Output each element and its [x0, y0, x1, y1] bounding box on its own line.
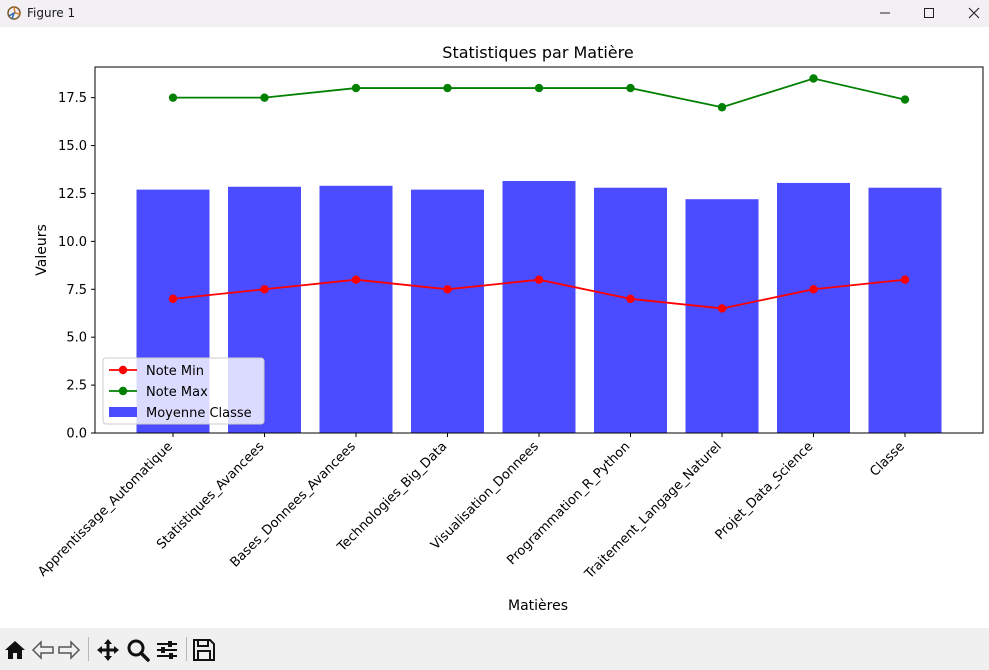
y-tick-label: 17.5 — [58, 91, 87, 106]
legend-label: Note Max — [146, 385, 208, 400]
data-point — [717, 103, 727, 112]
chart: Statistiques par Matière 0.0 2.5 5.0 7.5 10.… — [34, 43, 984, 614]
legend: Note Min Note Max Moyenne Classe — [102, 357, 265, 425]
data-point — [351, 275, 361, 284]
y-tick-label: 5.0 — [66, 331, 87, 346]
home-icon — [5, 641, 25, 659]
data-point — [626, 294, 635, 304]
window-title: Figure 1 — [27, 6, 76, 20]
save-icon — [193, 639, 215, 661]
data-point — [900, 95, 910, 104]
home-button[interactable] — [2, 637, 28, 663]
bar — [502, 181, 576, 433]
x-axis-label: Matières — [508, 598, 568, 614]
legend-swatch — [109, 407, 137, 417]
y-tick-label: 2.5 — [66, 379, 87, 394]
toolbar-separator — [186, 637, 187, 661]
close-icon — [968, 7, 980, 19]
series-line — [173, 77, 906, 109]
data-point — [168, 294, 178, 304]
figure-canvas: Statistiques par Matière 0.0 2.5 5.0 7.5 10.… — [0, 27, 989, 628]
maximize-button[interactable] — [906, 0, 952, 27]
y-tick-label: 15.0 — [58, 139, 87, 154]
data-point — [809, 74, 818, 83]
chart-title: Statistiques par Matière — [442, 43, 633, 62]
zoom-button[interactable] — [125, 637, 151, 663]
x-tick-label: Projet_Data_Science — [713, 439, 817, 543]
data-point — [809, 285, 818, 294]
forward-icon — [58, 640, 81, 660]
bar — [868, 187, 942, 433]
bar — [685, 199, 759, 433]
configure-icon — [157, 641, 177, 659]
x-tick-label: Apprentissage_Automatique — [35, 439, 175, 579]
bar — [411, 189, 484, 433]
y-tick-label: 10.0 — [58, 235, 87, 250]
legend-marker — [118, 365, 128, 375]
back-button[interactable] — [30, 637, 56, 663]
zoom-icon — [127, 639, 150, 662]
maximize-icon — [924, 8, 934, 18]
minimize-icon — [880, 12, 890, 14]
data-point — [900, 275, 910, 284]
back-icon — [31, 640, 54, 660]
data-point — [260, 93, 269, 102]
x-tick-label: Classe — [867, 439, 907, 479]
data-point — [351, 83, 361, 93]
data-point — [443, 285, 452, 294]
minimize-button[interactable] — [862, 0, 908, 27]
forward-button[interactable] — [56, 637, 82, 663]
data-point — [626, 83, 635, 93]
window-titlebar: Figure 1 — [0, 0, 989, 27]
toolbar-separator — [88, 637, 89, 661]
bar — [777, 182, 850, 433]
x-tick-label: Statistiques_Avancees — [154, 439, 267, 552]
data-point — [443, 83, 452, 93]
data-point — [168, 93, 178, 102]
bar — [319, 185, 393, 433]
legend-label: Note Min — [146, 364, 204, 379]
navigation-toolbar — [0, 628, 989, 670]
y-axis-label: Valeurs — [34, 224, 50, 276]
data-point — [717, 304, 727, 313]
pan-button[interactable] — [95, 637, 121, 663]
legend-label: Moyenne Classe — [146, 406, 252, 421]
legend-marker — [118, 386, 128, 396]
y-tick-label: 12.5 — [58, 187, 87, 202]
data-point — [534, 83, 544, 93]
y-tick-label: 0.0 — [66, 427, 87, 442]
data-point — [534, 275, 544, 284]
data-point — [260, 285, 269, 294]
pan-icon — [97, 639, 119, 661]
bar — [594, 187, 667, 433]
app-icon — [7, 6, 21, 20]
y-tick-label: 7.5 — [66, 283, 87, 298]
configure-button[interactable] — [154, 637, 180, 663]
save-button[interactable] — [191, 637, 217, 663]
close-button[interactable] — [951, 0, 989, 27]
